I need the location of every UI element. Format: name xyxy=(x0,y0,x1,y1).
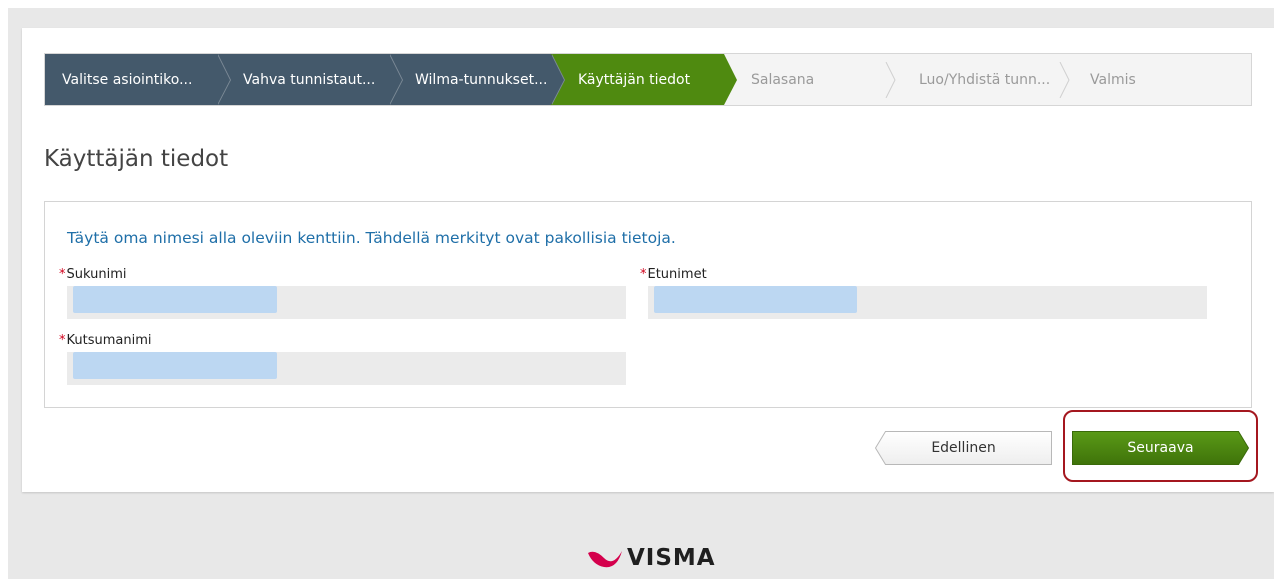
wizard-step-6: Luo/Yhdistä tunn... xyxy=(897,54,1071,105)
wizard-step-label: Käyttäjän tiedot xyxy=(578,71,691,88)
user-info-form: Täytä oma nimesi alla oleviin kenttiin. … xyxy=(44,201,1252,408)
page-title: Käyttäjän tiedot xyxy=(44,146,229,172)
wizard-step-7: Valmis xyxy=(1071,54,1251,105)
wizard-step-1[interactable]: Valitse asiointiko... xyxy=(45,54,231,105)
form-instructions: Täytä oma nimesi alla oleviin kenttiin. … xyxy=(67,229,676,247)
wizard-step-label: Wilma-tunnukset... xyxy=(415,71,548,88)
visma-logo: VISMA xyxy=(587,543,716,573)
wizard-step-label: Valitse asiointiko... xyxy=(62,71,193,88)
nickname-field[interactable] xyxy=(67,352,626,385)
wizard-steps: Valitse asiointiko... Vahva tunnistaut..… xyxy=(44,53,1252,106)
visma-logo-text: VISMA xyxy=(627,545,716,571)
previous-button-label: Edellinen xyxy=(931,440,996,456)
required-marker: * xyxy=(59,333,66,348)
next-button[interactable]: Seuraava xyxy=(1072,431,1249,465)
required-marker: * xyxy=(640,267,647,282)
wizard-step-label: Salasana xyxy=(751,71,815,88)
surname-field[interactable] xyxy=(67,286,626,319)
visma-logo-mark-icon xyxy=(588,551,622,568)
required-marker: * xyxy=(59,267,66,282)
wizard-step-label: Luo/Yhdistä tunn... xyxy=(919,71,1051,88)
surname-value xyxy=(73,286,277,313)
first-names-value xyxy=(654,286,857,313)
wizard-step-2[interactable]: Vahva tunnistaut... xyxy=(217,54,403,105)
wizard-step-4[interactable]: Käyttäjän tiedot xyxy=(551,54,737,105)
wizard-step-3[interactable]: Wilma-tunnukset... xyxy=(389,54,565,105)
wizard-step-5: Salasana xyxy=(724,54,897,105)
next-button-label: Seuraava xyxy=(1127,440,1194,456)
first-names-label: *Etunimet xyxy=(640,267,707,282)
surname-label: *Sukunimi xyxy=(59,267,127,282)
previous-button[interactable]: Edellinen xyxy=(875,431,1052,465)
chevron-right-icon xyxy=(885,62,896,98)
nickname-label: *Kutsumanimi xyxy=(59,333,152,348)
wizard-step-label: Valmis xyxy=(1090,71,1136,88)
nickname-value xyxy=(73,352,277,379)
wizard-step-label: Vahva tunnistaut... xyxy=(243,71,376,88)
first-names-field[interactable] xyxy=(648,286,1207,319)
chevron-right-icon xyxy=(1059,62,1070,98)
